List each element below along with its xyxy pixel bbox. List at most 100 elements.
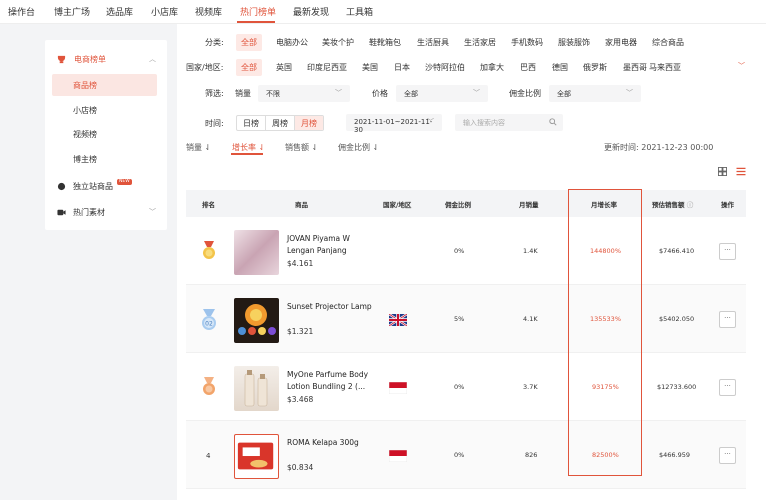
nav-item-product-library[interactable]: 选品库 (106, 5, 133, 18)
region-chip[interactable]: 墨西哥 (623, 62, 647, 73)
sort-tab-label: 增长率 (232, 143, 256, 152)
category-chip[interactable]: 鞋靴箱包 (369, 37, 401, 48)
sort-tab-growth[interactable]: 增长率 ⇃ (232, 142, 265, 153)
time-tab-daily[interactable]: 日榜 (237, 116, 266, 130)
nav-item-toolbox[interactable]: 工具箱 (346, 5, 373, 18)
table-row[interactable]: JOVAN Piyama W Lengan Panjang $4.161 0% … (186, 217, 746, 285)
sidebar-section-ecommerce[interactable]: 电商榜单 ︿ (45, 48, 167, 70)
nav-item-hot-rankings[interactable]: 热门榜单 (240, 5, 276, 18)
time-label: 时间: (205, 119, 224, 128)
category-chip[interactable]: 综合商品 (652, 37, 684, 48)
sidebar-item-shops[interactable]: 小店榜 (45, 99, 167, 121)
sidebar-item-label: 视频榜 (73, 129, 97, 139)
indonesia-flag-icon (389, 382, 407, 394)
category-chip-all[interactable]: 全部 (236, 34, 262, 51)
sidebar-item-materials[interactable]: 热门素材 ﹀ (45, 201, 167, 223)
sidebar-item-independent[interactable]: 独立站商品 NEW (45, 175, 167, 197)
more-actions-button[interactable]: ··· (719, 311, 736, 328)
more-actions-button[interactable]: ··· (719, 447, 736, 464)
date-range-picker[interactable]: 2021-11-01~2021-11-30 ﹀ (346, 114, 442, 134)
product-name[interactable]: MyOne Parfume Body Lotion Bundling 2 (..… (287, 369, 377, 393)
nav-item-shop-library[interactable]: 小店库 (151, 5, 178, 18)
list-view-icon[interactable] (736, 167, 746, 176)
sort-tab-revenue[interactable]: 销售额 ⇃ (285, 142, 318, 153)
more-actions-button[interactable]: ··· (719, 243, 736, 260)
table-row[interactable]: 02 Sunset Projector Lamp $1.321 5% 4.1K … (186, 285, 746, 353)
sales-select-value: 不限 (266, 90, 280, 98)
price-select[interactable]: 全部 ﹀ (396, 85, 488, 102)
table-row[interactable]: 4 ROMA Kelapa 300g $0.834 0% 826 82500% … (186, 421, 746, 489)
top-nav: 操作台 博主广场 选品库 小店库 视频库 热门榜单 最新发现 工具箱 (0, 0, 766, 24)
region-chip[interactable]: 德国 (552, 62, 568, 73)
commission-value: 5% (454, 315, 465, 323)
sidebar-item-label: 小店榜 (73, 105, 97, 115)
nav-item-latest[interactable]: 最新发现 (293, 5, 329, 18)
rank-number: 02 (205, 321, 213, 328)
nav-item-creator-square[interactable]: 博主广场 (54, 5, 90, 18)
header-actions: 操作 (721, 201, 734, 209)
product-thumbnail[interactable] (234, 366, 279, 411)
category-chip[interactable]: 服装服饰 (558, 37, 590, 48)
rank-number: 4 (206, 452, 211, 460)
product-thumbnail[interactable] (234, 298, 279, 343)
region-chip[interactable]: 巴西 (520, 62, 536, 73)
product-name[interactable]: Sunset Projector Lamp (287, 301, 377, 313)
sidebar-item-creators[interactable]: 博主榜 (45, 148, 167, 170)
chevron-down-icon[interactable]: ﹀ (149, 207, 156, 217)
sidebar-item-label: 独立站商品 (73, 181, 113, 191)
help-icon[interactable]: ⓘ (687, 201, 694, 209)
sort-tab-commission[interactable]: 佣金比例 ⇃ (338, 142, 379, 153)
region-chip[interactable]: 英国 (276, 62, 292, 73)
nav-item-dashboard[interactable]: 操作台 (8, 5, 35, 18)
commission-select[interactable]: 全部 ﹀ (549, 85, 641, 102)
time-tab-weekly[interactable]: 周榜 (266, 116, 295, 130)
chevron-up-icon[interactable]: ︿ (149, 54, 156, 64)
region-chip[interactable]: 印度尼西亚 (307, 62, 347, 73)
product-thumbnail[interactable] (234, 434, 279, 479)
more-actions-button[interactable]: ··· (719, 379, 736, 396)
category-chip[interactable]: 手机数码 (511, 37, 543, 48)
search-input[interactable]: 输入搜索内容 (455, 114, 563, 131)
region-chip[interactable]: 马来西亚 (649, 62, 681, 73)
header-rank: 排名 (202, 201, 215, 209)
revenue-value: $12733.600 (657, 383, 697, 391)
category-chip[interactable]: 美妆个护 (322, 37, 354, 48)
indonesia-flag-icon (389, 450, 407, 462)
category-chip[interactable]: 家用电器 (605, 37, 637, 48)
sidebar-item-products[interactable]: 商品榜 (52, 74, 157, 96)
product-name[interactable]: ROMA Kelapa 300g (287, 437, 377, 449)
sales-select[interactable]: 不限 ﹀ (258, 85, 350, 102)
expand-chevron-icon[interactable]: ﹀ (738, 61, 745, 71)
product-name[interactable]: JOVAN Piyama W Lengan Panjang (287, 233, 377, 257)
region-chip[interactable]: 日本 (394, 62, 410, 73)
chevron-down-icon: ﹀ (335, 89, 342, 97)
sidebar-item-videos[interactable]: 视频榜 (45, 123, 167, 145)
chevron-down-icon: ﹀ (626, 89, 633, 97)
sales-filter-label: 销量 (235, 89, 251, 98)
time-tab-monthly[interactable]: 月榜 (295, 116, 323, 130)
trophy-icon (57, 55, 66, 63)
region-chip[interactable]: 沙特阿拉伯 (425, 62, 465, 73)
commission-value: 0% (454, 451, 465, 459)
sales-value: 4.1K (523, 315, 538, 323)
region-chip-all[interactable]: 全部 (236, 59, 262, 76)
sort-tab-sales[interactable]: 销量 ⇃ (186, 142, 211, 153)
sort-tab-label: 销量 (186, 143, 202, 152)
category-chip[interactable]: 生活厨具 (417, 37, 449, 48)
category-chip[interactable]: 电脑办公 (276, 37, 308, 48)
sales-value: 3.7K (523, 383, 538, 391)
region-chip[interactable]: 俄罗斯 (583, 62, 607, 73)
price-select-value: 全部 (404, 90, 418, 98)
sort-active-underline (231, 153, 263, 155)
grid-view-icon[interactable] (718, 167, 727, 176)
region-chip[interactable]: 加拿大 (480, 62, 504, 73)
product-thumbnail[interactable] (234, 230, 279, 275)
table-row[interactable]: MyOne Parfume Body Lotion Bundling 2 (..… (186, 353, 746, 421)
region-chip[interactable]: 美国 (362, 62, 378, 73)
table-header: 排名 商品 国家/地区 佣金比例 月销量 月增长率 预估销售额 ⓘ 操作 (186, 190, 746, 217)
nav-item-video-library[interactable]: 视频库 (195, 5, 222, 18)
search-icon[interactable] (549, 118, 557, 126)
new-badge: NEW (117, 179, 132, 185)
commission-select-value: 全部 (557, 90, 571, 98)
category-chip[interactable]: 生活家居 (464, 37, 496, 48)
